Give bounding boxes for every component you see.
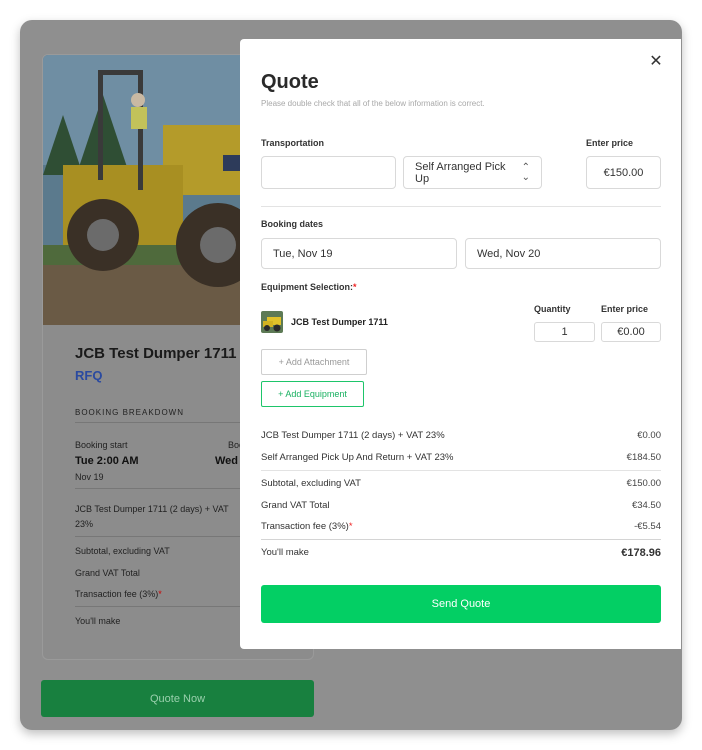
modal-title: Quote <box>261 71 319 93</box>
add-attachment-button[interactable]: + Add Attachment <box>261 349 367 375</box>
divider <box>261 539 661 540</box>
summary-row: Self Arranged Pick Up And Return + VAT 2… <box>261 452 661 463</box>
divider <box>261 470 661 471</box>
rfq-label: RFQ <box>75 368 103 383</box>
line-item: JCB Test Dumper 1711 (2 days) + VAT <box>75 504 229 514</box>
close-icon[interactable]: ✕ <box>648 54 664 70</box>
subtotal-row: Subtotal, excluding VAT €150.00 <box>261 478 661 489</box>
transport-select[interactable]: Self Arranged Pick Up ⌃ ⌄ <box>403 156 542 189</box>
booking-dates-label: Booking dates <box>261 219 324 229</box>
subtotal-label: Subtotal, excluding VAT <box>75 546 170 556</box>
start-date-input[interactable]: Tue, Nov 19 <box>261 238 457 269</box>
grand-vat-label: Grand VAT Total <box>75 568 140 578</box>
end-date-input[interactable]: Wed, Nov 20 <box>465 238 661 269</box>
booking-breakdown-heading: BOOKING BREAKDOWN <box>75 408 185 417</box>
transportation-label: Transportation <box>261 138 325 148</box>
add-equipment-button[interactable]: + Add Equipment <box>261 381 364 407</box>
divider <box>261 206 661 207</box>
youll-make-row: You'll make €178.96 <box>261 547 661 559</box>
send-quote-button[interactable]: Send Quote <box>261 585 661 623</box>
transaction-fee-row: Transaction fee (3%)* -€5.54 <box>261 521 661 532</box>
equipment-name: JCB Test Dumper 1711 <box>291 317 388 327</box>
youll-make-label: You'll make <box>75 616 121 626</box>
transport-select-value: Self Arranged Pick Up <box>415 160 506 185</box>
quantity-input[interactable]: 1 <box>534 322 595 342</box>
line-item-vat: 23% <box>75 519 94 529</box>
booking-start-label: Booking start <box>75 440 128 450</box>
quote-now-button[interactable]: Quote Now <box>41 680 314 717</box>
equipment-selection-label: Equipment Selection:* <box>261 282 357 292</box>
equipment-thumbnail <box>261 311 283 333</box>
chevron-up-down-icon: ⌃ ⌄ <box>521 161 530 183</box>
quote-modal: ✕ Quote Please double check that all of … <box>240 39 681 649</box>
grand-vat-row: Grand VAT Total €34.50 <box>261 500 661 511</box>
fee-label: Transaction fee (3%)* <box>75 589 162 599</box>
enter-price-label: Enter price <box>586 138 634 148</box>
equipment-price-input[interactable]: €0.00 <box>601 322 661 342</box>
listing-title: JCB Test Dumper 1711 <box>75 345 237 362</box>
equipment-price-label: Enter price <box>601 304 649 314</box>
booking-start-time: Tue 2:00 AM <box>75 455 139 467</box>
summary-row: JCB Test Dumper 1711 (2 days) + VAT 23% €… <box>261 430 661 441</box>
modal-subtitle: Please double check that all of the belo… <box>261 99 485 108</box>
booking-start-date: Nov 19 <box>75 472 104 482</box>
transportation-input[interactable] <box>261 156 396 189</box>
transport-price-input[interactable]: €150.00 <box>586 156 661 189</box>
quantity-label: Quantity <box>534 304 571 314</box>
